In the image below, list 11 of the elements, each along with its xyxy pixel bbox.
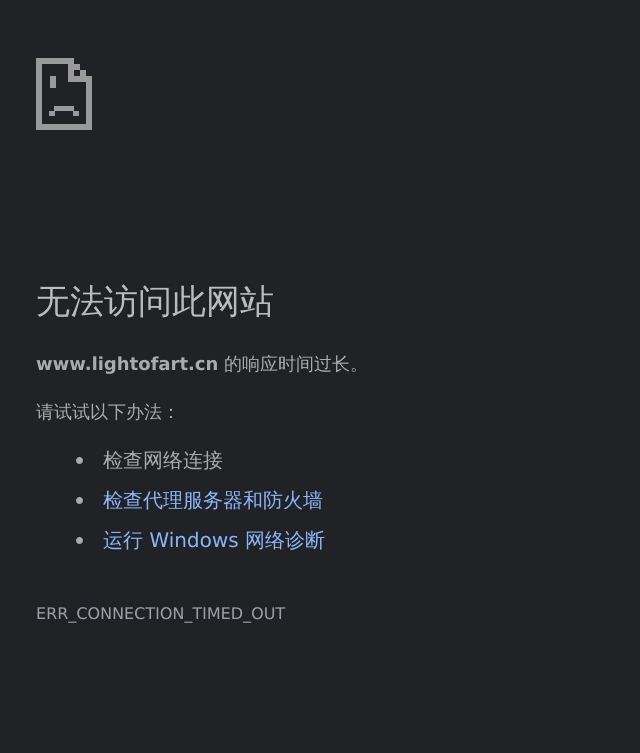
error-code: ERR_CONNECTION_TIMED_OUT (36, 604, 286, 623)
suggestion-text: 检查网络连接 (103, 446, 223, 474)
bullet-icon (76, 496, 83, 504)
error-message: www.lightofart.cn 的响应时间过长。 (36, 353, 370, 377)
sad-page-icon (36, 58, 92, 130)
suggestion-link[interactable]: 运行 Windows 网络诊断 (103, 526, 325, 554)
bullet-icon (76, 456, 83, 464)
bullet-icon (76, 536, 83, 544)
suggestion-link[interactable]: 检查代理服务器和防火墙 (103, 486, 323, 514)
suggestions-heading: 请试试以下办法： (36, 401, 181, 425)
error-title: 无法访问此网站 (36, 281, 275, 324)
